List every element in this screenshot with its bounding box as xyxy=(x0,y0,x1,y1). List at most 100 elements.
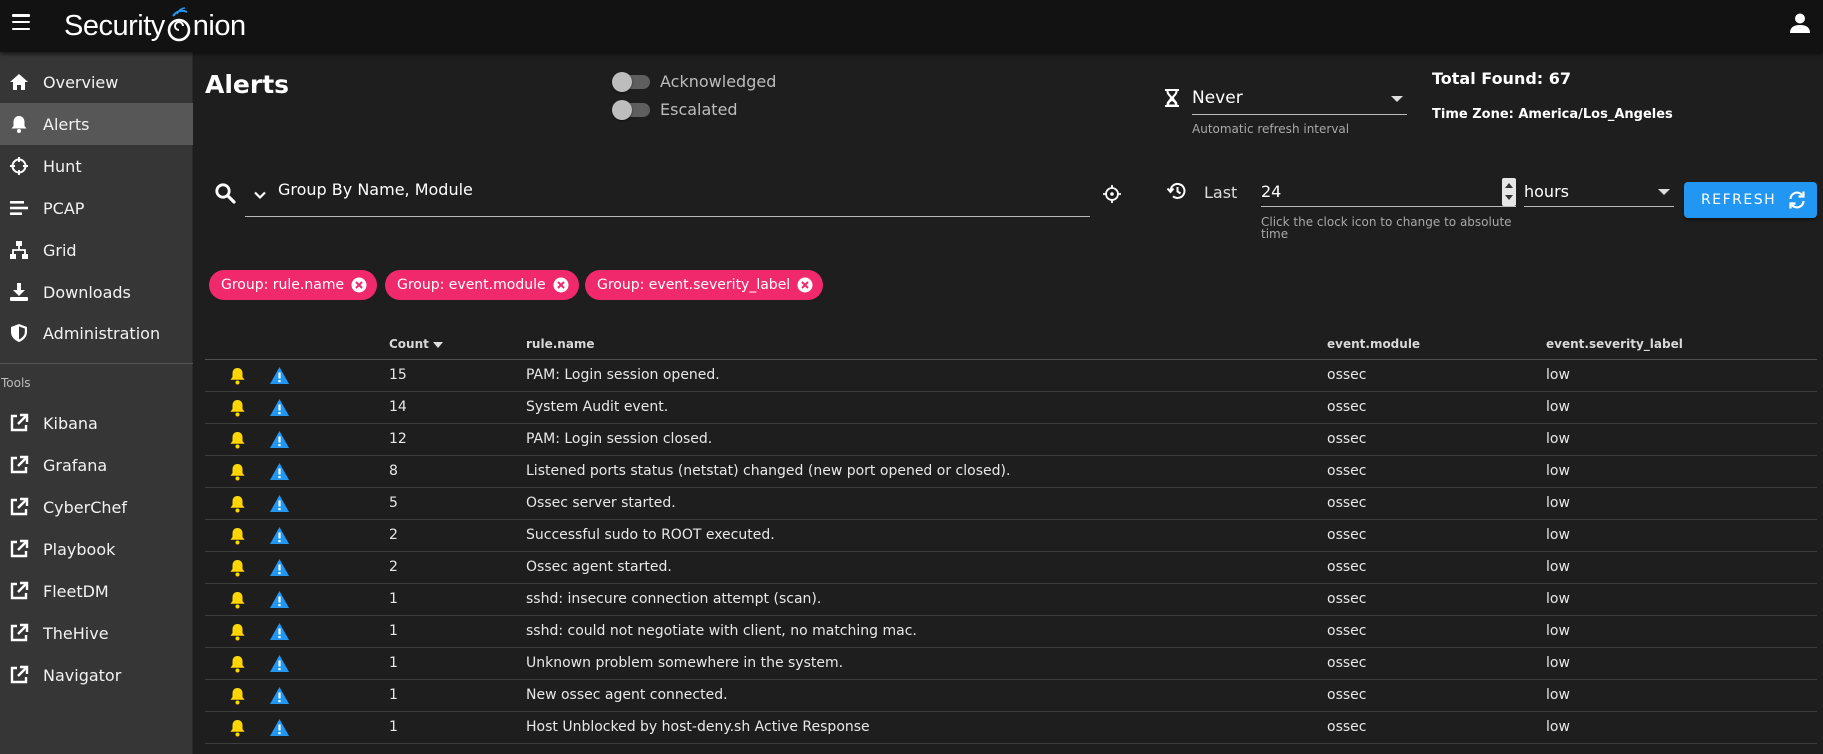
time-units-select[interactable]: hours xyxy=(1524,178,1674,207)
table-row[interactable]: 5 Ossec server started. ossec low xyxy=(205,488,1817,520)
cell-count[interactable]: 15 xyxy=(389,367,407,383)
sidebar-item-overview[interactable]: Overview xyxy=(0,61,193,103)
cell-event-module[interactable]: ossec xyxy=(1327,623,1366,639)
cell-count[interactable]: 12 xyxy=(389,431,407,447)
tool-link-thehive[interactable]: TheHive xyxy=(0,612,193,654)
acknowledge-bell-icon[interactable] xyxy=(229,495,246,513)
escalate-warning-icon[interactable] xyxy=(269,718,290,737)
cell-event-severity[interactable]: low xyxy=(1546,559,1570,575)
cell-count[interactable]: 1 xyxy=(389,623,398,639)
cell-event-severity[interactable]: low xyxy=(1546,655,1570,671)
cell-count[interactable]: 1 xyxy=(389,719,398,735)
escalate-warning-icon[interactable] xyxy=(269,622,290,641)
close-circle-icon[interactable] xyxy=(351,277,367,293)
table-row[interactable]: 15 PAM: Login session opened. ossec low xyxy=(205,360,1817,392)
close-circle-icon[interactable] xyxy=(553,277,569,293)
column-header-rule-name[interactable]: rule.name xyxy=(526,337,595,351)
cell-event-module[interactable]: ossec xyxy=(1327,527,1366,543)
acknowledge-bell-icon[interactable] xyxy=(229,367,246,385)
cell-event-severity[interactable]: low xyxy=(1546,687,1570,703)
group-chip-rule-name[interactable]: Group: rule.name xyxy=(209,270,378,300)
cell-count[interactable]: 1 xyxy=(389,687,398,703)
cell-event-module[interactable]: ossec xyxy=(1327,687,1366,703)
cell-count[interactable]: 14 xyxy=(389,399,407,415)
table-row[interactable]: 1 sshd: could not negotiate with client, … xyxy=(205,616,1817,648)
cell-event-severity[interactable]: low xyxy=(1546,367,1570,383)
escalate-warning-icon[interactable] xyxy=(269,398,290,417)
cell-count[interactable]: 5 xyxy=(389,495,398,511)
group-chip-event-severity-label[interactable]: Group: event.severity_label xyxy=(585,270,824,300)
table-row[interactable]: 12 PAM: Login session closed. ossec low xyxy=(205,424,1817,456)
tool-link-fleetdm[interactable]: FleetDM xyxy=(0,570,193,612)
number-spinner[interactable] xyxy=(1502,178,1516,206)
column-header-event-severity-label[interactable]: event.severity_label xyxy=(1546,337,1683,351)
sidebar-item-hunt[interactable]: Hunt xyxy=(0,145,193,187)
acknowledge-bell-icon[interactable] xyxy=(229,719,246,737)
acknowledge-bell-icon[interactable] xyxy=(229,591,246,609)
cell-event-module[interactable]: ossec xyxy=(1327,399,1366,415)
table-row[interactable]: 1 sshd: insecure connection attempt (scan… xyxy=(205,584,1817,616)
cell-event-module[interactable]: ossec xyxy=(1327,463,1366,479)
acknowledge-bell-icon[interactable] xyxy=(229,559,246,577)
security-onion-logo[interactable]: Security nion xyxy=(64,6,246,46)
crosshairs-icon[interactable] xyxy=(1102,184,1122,204)
sidebar-item-downloads[interactable]: Downloads xyxy=(0,271,193,313)
cell-count[interactable]: 1 xyxy=(389,591,398,607)
cell-event-module[interactable]: ossec xyxy=(1327,431,1366,447)
cell-rule-name[interactable]: Unknown problem somewhere in the system. xyxy=(526,655,843,671)
escalate-warning-icon[interactable] xyxy=(269,654,290,673)
query-input[interactable]: Group By Name, Module xyxy=(245,174,1090,217)
tool-link-cyberchef[interactable]: CyberChef xyxy=(0,486,193,528)
table-row[interactable]: 1 Unknown problem somewhere in the system… xyxy=(205,648,1817,680)
cell-event-severity[interactable]: low xyxy=(1546,431,1570,447)
cell-rule-name[interactable]: Host Unblocked by host-deny.sh Active Re… xyxy=(526,719,870,735)
escalate-warning-icon[interactable] xyxy=(269,494,290,513)
sidebar-item-grid[interactable]: Grid xyxy=(0,229,193,271)
escalate-warning-icon[interactable] xyxy=(269,590,290,609)
cell-rule-name[interactable]: New ossec agent connected. xyxy=(526,687,728,703)
cell-event-severity[interactable]: low xyxy=(1546,623,1570,639)
cell-event-module[interactable]: ossec xyxy=(1327,719,1366,735)
cell-event-module[interactable]: ossec xyxy=(1327,655,1366,671)
sidebar-item-administration[interactable]: Administration xyxy=(0,312,193,354)
cell-rule-name[interactable]: Listened ports status (netstat) changed … xyxy=(526,463,1010,479)
acknowledge-bell-icon[interactable] xyxy=(229,623,246,641)
table-row[interactable]: 1 Host Unblocked by host-deny.sh Active R… xyxy=(205,712,1817,744)
column-header-event-module[interactable]: event.module xyxy=(1327,337,1420,351)
cell-event-severity[interactable]: low xyxy=(1546,527,1570,543)
escalate-warning-icon[interactable] xyxy=(269,526,290,545)
acknowledge-bell-icon[interactable] xyxy=(229,399,246,417)
tool-link-grafana[interactable]: Grafana xyxy=(0,444,193,486)
cell-rule-name[interactable]: Successful sudo to ROOT executed. xyxy=(526,527,775,543)
relative-time-input[interactable]: 24 xyxy=(1261,178,1516,207)
sidebar-item-pcap[interactable]: PCAP xyxy=(0,187,193,229)
cell-event-severity[interactable]: low xyxy=(1546,719,1570,735)
escalate-warning-icon[interactable] xyxy=(269,366,290,385)
cell-rule-name[interactable]: sshd: could not negotiate with client, n… xyxy=(526,623,917,639)
hamburger-menu-icon[interactable] xyxy=(12,14,30,31)
cell-rule-name[interactable]: PAM: Login session closed. xyxy=(526,431,712,447)
acknowledge-bell-icon[interactable] xyxy=(229,655,246,673)
cell-rule-name[interactable]: System Audit event. xyxy=(526,399,668,415)
user-account-icon[interactable] xyxy=(1789,12,1811,34)
refresh-button[interactable]: REFRESH xyxy=(1684,182,1817,218)
escalated-toggle[interactable] xyxy=(612,100,650,120)
cell-event-severity[interactable]: low xyxy=(1546,463,1570,479)
cell-event-module[interactable]: ossec xyxy=(1327,591,1366,607)
cell-rule-name[interactable]: sshd: insecure connection attempt (scan)… xyxy=(526,591,821,607)
table-row[interactable]: 8 Listened ports status (netstat) changed… xyxy=(205,456,1817,488)
escalate-warning-icon[interactable] xyxy=(269,430,290,449)
table-row[interactable]: 2 Successful sudo to ROOT executed. ossec l… xyxy=(205,520,1817,552)
refresh-interval-select[interactable]: Never xyxy=(1192,86,1407,115)
cell-event-severity[interactable]: low xyxy=(1546,399,1570,415)
group-chip-event-module[interactable]: Group: event.module xyxy=(385,270,579,300)
cell-event-severity[interactable]: low xyxy=(1546,495,1570,511)
acknowledge-bell-icon[interactable] xyxy=(229,431,246,449)
cell-count[interactable]: 8 xyxy=(389,463,398,479)
cell-event-severity[interactable]: low xyxy=(1546,591,1570,607)
column-header-count[interactable]: Count xyxy=(389,337,443,351)
cell-count[interactable]: 2 xyxy=(389,527,398,543)
cell-rule-name[interactable]: PAM: Login session opened. xyxy=(526,367,720,383)
tool-link-kibana[interactable]: Kibana xyxy=(0,402,193,444)
cell-event-module[interactable]: ossec xyxy=(1327,559,1366,575)
